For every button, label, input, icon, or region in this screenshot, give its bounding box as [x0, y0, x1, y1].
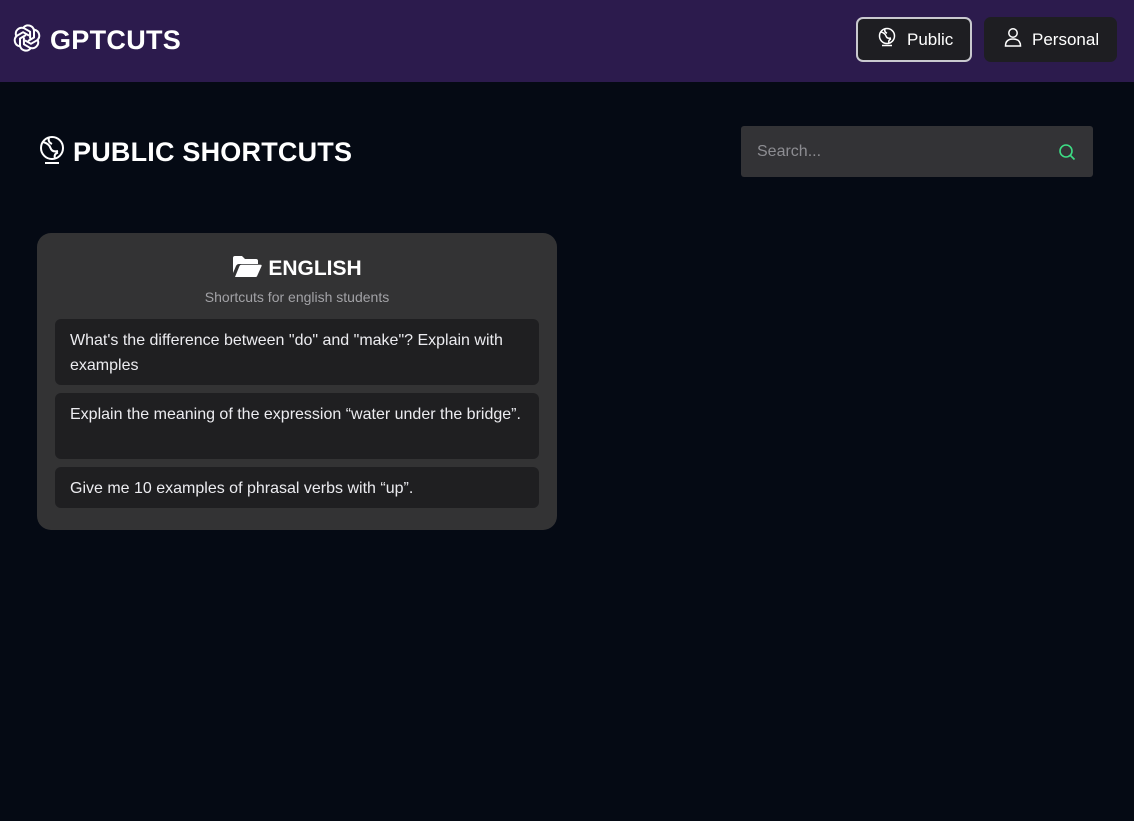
page-title-text: PUBLIC SHORTCUTS	[73, 136, 353, 167]
search-box	[741, 126, 1093, 177]
shortcut-item[interactable]: Explain the meaning of the expression “w…	[55, 393, 539, 459]
openai-logo-icon	[12, 23, 42, 58]
category-title: ENGLISH	[268, 257, 362, 280]
user-icon	[1004, 27, 1022, 52]
personal-button[interactable]: Personal	[984, 17, 1117, 62]
brand[interactable]: GPTCUTS	[12, 23, 182, 58]
top-navbar: GPTCUTS Public Personal	[0, 0, 1134, 82]
brand-name: GPTCUTS	[50, 24, 182, 55]
public-button-label: Public	[907, 29, 954, 49]
shortcut-item[interactable]: What's the difference between "do" and "…	[55, 319, 539, 385]
search-input[interactable]	[741, 126, 1041, 177]
personal-button-label: Personal	[1032, 29, 1100, 49]
folder-open-icon	[232, 255, 262, 284]
search-icon[interactable]	[1058, 143, 1076, 161]
globe-icon	[39, 135, 65, 170]
page-title: PUBLIC SHORTCUTS	[39, 135, 353, 170]
category-header: ENGLISH	[37, 255, 557, 283]
globe-icon	[877, 27, 897, 52]
category-description: Shortcuts for english students	[204, 289, 390, 305]
public-button[interactable]: Public	[856, 17, 972, 62]
category-card-english: ENGLISH Shortcuts for english students W…	[37, 233, 557, 530]
shortcut-item[interactable]: Give me 10 examples of phrasal verbs wit…	[55, 467, 539, 508]
